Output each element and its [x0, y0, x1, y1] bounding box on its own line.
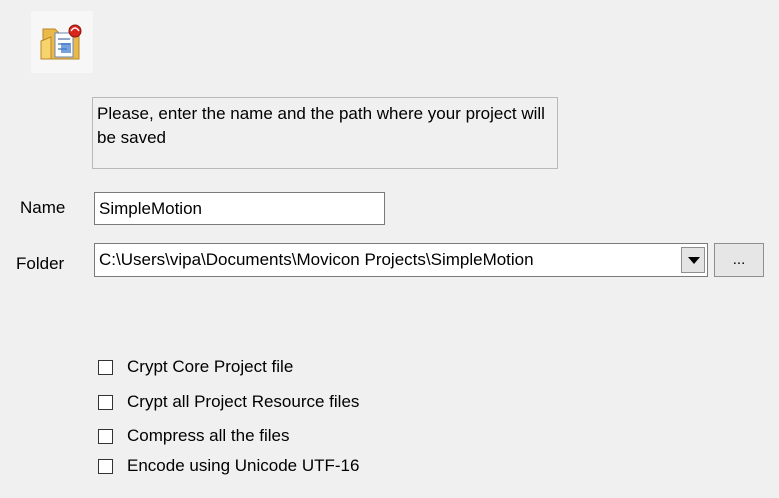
name-label: Name: [20, 198, 66, 217]
compress-files-label[interactable]: Compress all the files: [127, 426, 290, 446]
crypt-resources-option[interactable]: Crypt all Project Resource files: [98, 390, 359, 414]
crypt-core-option[interactable]: Crypt Core Project file: [98, 355, 293, 379]
compress-files-checkbox[interactable]: [98, 428, 113, 444]
compress-files-option[interactable]: Compress all the files: [98, 424, 290, 448]
name-input[interactable]: [94, 192, 385, 225]
crypt-resources-checkbox[interactable]: [98, 394, 113, 410]
encode-utf16-option[interactable]: Encode using Unicode UTF-16: [98, 454, 359, 478]
folder-path-value[interactable]: C:\Users\vipa\Documents\Movicon Projects…: [99, 244, 534, 276]
folder-dropdown-button[interactable]: [681, 247, 705, 273]
crypt-core-checkbox[interactable]: [98, 359, 113, 375]
instruction-text: Please, enter the name and the path wher…: [92, 97, 558, 169]
crypt-resources-label[interactable]: Crypt all Project Resource files: [127, 392, 359, 412]
encode-utf16-label[interactable]: Encode using Unicode UTF-16: [127, 456, 359, 476]
encode-utf16-checkbox[interactable]: [98, 458, 113, 474]
folder-project-icon: [40, 24, 82, 60]
folder-combobox[interactable]: C:\Users\vipa\Documents\Movicon Projects…: [94, 243, 708, 277]
crypt-core-label[interactable]: Crypt Core Project file: [127, 357, 293, 377]
header-icon-area: [31, 11, 93, 73]
chevron-down-icon: [688, 257, 700, 264]
browse-button[interactable]: ...: [714, 243, 764, 277]
folder-label: Folder: [16, 254, 65, 273]
